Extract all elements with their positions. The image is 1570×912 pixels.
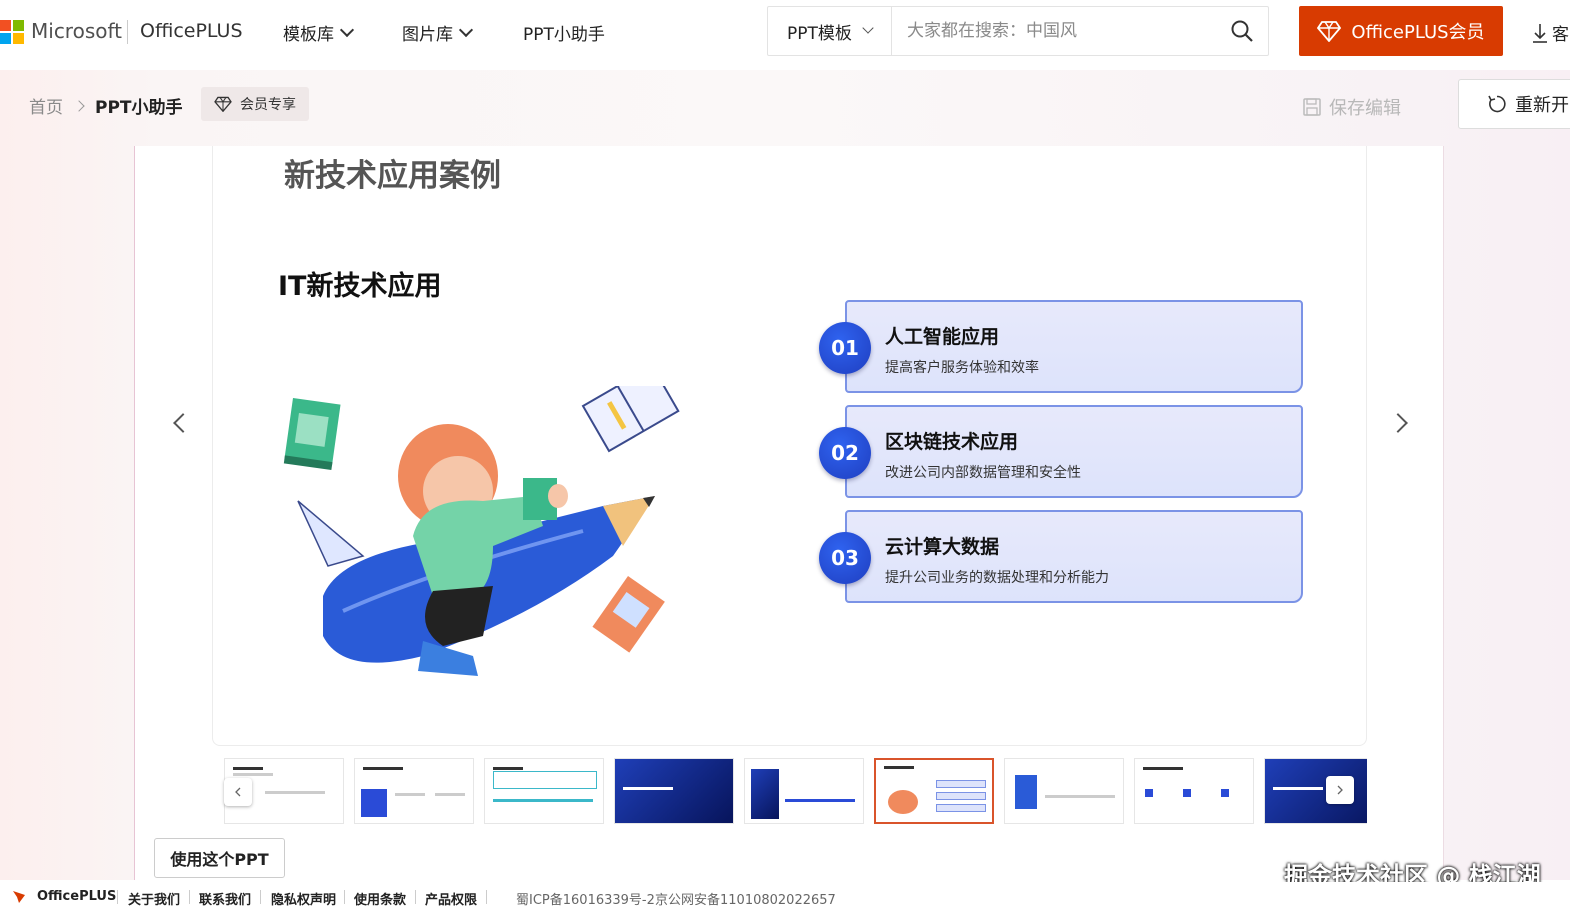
vip-badge-label: 会员专享 xyxy=(240,97,296,113)
thumbnail-next-button[interactable] xyxy=(1326,776,1354,804)
breadcrumb: 首页 PPT小助手 xyxy=(29,93,183,118)
slide-thumbnail[interactable] xyxy=(744,758,864,824)
thumbnail-prev-button[interactable] xyxy=(224,778,252,806)
download-client-link[interactable]: 客 xyxy=(1532,20,1569,45)
footer-link-privacy[interactable]: 隐私权声明 xyxy=(271,889,336,908)
microsoft-logo-icon[interactable] xyxy=(0,20,24,44)
nav-image-library-label: 图片库 xyxy=(402,25,453,45)
officeplus-vip-button[interactable]: OfficePLUS会员 xyxy=(1299,6,1503,56)
boy-on-pencil-illustration xyxy=(283,386,680,676)
footer-brand[interactable]: OfficePLUS xyxy=(37,889,116,904)
footer-link-about[interactable]: 关于我们 xyxy=(128,889,180,908)
breadcrumb-current: PPT小助手 xyxy=(95,98,183,118)
footer-divider xyxy=(260,890,261,904)
search-icon[interactable] xyxy=(1230,19,1254,43)
chevron-down-icon xyxy=(862,22,874,34)
slide-preview: 新技术应用案例 IT新技术应用 人工智能应用 提高客户服务体验和效率 01 区块… xyxy=(212,146,1367,746)
vip-exclusive-badge: 会员专享 xyxy=(201,87,309,121)
search-box: PPT模板 xyxy=(767,6,1269,56)
nav-image-library[interactable]: 图片库 xyxy=(402,20,474,45)
footer-divider xyxy=(189,890,190,904)
footer-link-terms[interactable]: 使用条款 xyxy=(354,889,406,908)
feature-card-title: 区块链技术应用 xyxy=(885,431,1019,453)
footer-divider xyxy=(486,890,487,904)
download-icon xyxy=(1533,23,1547,43)
slide-thumbnail[interactable] xyxy=(1004,758,1124,824)
footer: OfficePLUS 关于我们 联系我们 隐私权声明 使用条款 产品权限 蜀IC… xyxy=(0,882,1570,912)
nav-ppt-assistant[interactable]: PPT小助手 xyxy=(523,20,605,45)
nav-template-library-label: 模板库 xyxy=(283,25,334,45)
officeplus-logo-icon xyxy=(13,891,25,903)
breadcrumb-home[interactable]: 首页 xyxy=(29,93,63,118)
search-input[interactable] xyxy=(892,21,1212,41)
vip-button-label: OfficePLUS会员 xyxy=(1351,22,1485,43)
slide-subtitle: IT新技术应用 xyxy=(278,271,442,302)
feature-card-desc: 提升公司业务的数据处理和分析能力 xyxy=(885,570,1109,586)
save-icon xyxy=(1303,98,1321,116)
reopen-label: 重新开 xyxy=(1515,95,1569,116)
slide-thumbnail[interactable] xyxy=(614,758,734,824)
nav-ppt-assistant-label: PPT小助手 xyxy=(523,25,605,45)
feature-card-cloud: 云计算大数据 提升公司业务的数据处理和分析能力 xyxy=(845,510,1303,603)
slide-thumbnail[interactable] xyxy=(484,758,604,824)
nav-template-library[interactable]: 模板库 xyxy=(283,20,355,45)
footer-link-rights[interactable]: 产品权限 xyxy=(425,889,477,908)
footer-icp[interactable]: 蜀ICP备16016339号-2 xyxy=(516,889,655,908)
slide-thumbnail[interactable] xyxy=(354,758,474,824)
officeplus-brand[interactable]: OfficePLUS xyxy=(140,20,243,42)
footer-divider xyxy=(344,890,345,904)
footer-link-contact[interactable]: 联系我们 xyxy=(199,889,251,908)
diamond-icon xyxy=(214,96,232,112)
slide-thumbnail[interactable] xyxy=(1134,758,1254,824)
chevron-left-icon xyxy=(235,787,241,797)
breadcrumb-chevron-icon xyxy=(73,99,85,112)
refresh-icon xyxy=(1488,95,1506,113)
feature-number-badge: 03 xyxy=(819,532,871,584)
footer-divider xyxy=(415,890,416,904)
slide-thumbnail-active[interactable] xyxy=(874,758,994,824)
slide-title: 新技术应用案例 xyxy=(284,158,501,194)
chevron-down-icon xyxy=(458,22,474,37)
download-label: 客 xyxy=(1552,25,1569,45)
feature-card-title: 人工智能应用 xyxy=(885,326,1000,348)
chevron-down-icon xyxy=(339,22,355,37)
use-this-ppt-button[interactable]: 使用这个PPT xyxy=(154,838,285,878)
diamond-icon xyxy=(1317,21,1342,42)
save-edit-label: 保存编辑 xyxy=(1329,98,1401,119)
footer-security-record[interactable]: 京公网安备11010802022657 xyxy=(655,889,836,908)
save-edit-button[interactable]: 保存编辑 xyxy=(1303,94,1401,120)
footer-divider xyxy=(117,890,118,904)
feature-number-badge: 01 xyxy=(819,322,871,374)
reopen-button[interactable]: 重新开 xyxy=(1458,79,1570,129)
search-category-select[interactable]: PPT模板 xyxy=(768,7,892,55)
search-category-label: PPT模板 xyxy=(787,23,852,44)
feature-card-desc: 改进公司内部数据管理和安全性 xyxy=(885,465,1081,481)
top-navigation-bar: Microsoft OfficePLUS 模板库 图片库 PPT小助手 PPT模… xyxy=(0,0,1570,70)
microsoft-logo-text[interactable]: Microsoft xyxy=(31,19,122,43)
chevron-right-icon xyxy=(1337,785,1343,795)
brand-divider xyxy=(127,20,128,44)
slide-thumbnail-strip xyxy=(212,756,1367,826)
feature-number-badge: 02 xyxy=(819,427,871,479)
feature-card-desc: 提高客户服务体验和效率 xyxy=(885,360,1039,376)
feature-card-blockchain: 区块链技术应用 改进公司内部数据管理和安全性 xyxy=(845,405,1303,498)
feature-card-ai: 人工智能应用 提高客户服务体验和效率 xyxy=(845,300,1303,393)
feature-card-title: 云计算大数据 xyxy=(885,536,1000,558)
